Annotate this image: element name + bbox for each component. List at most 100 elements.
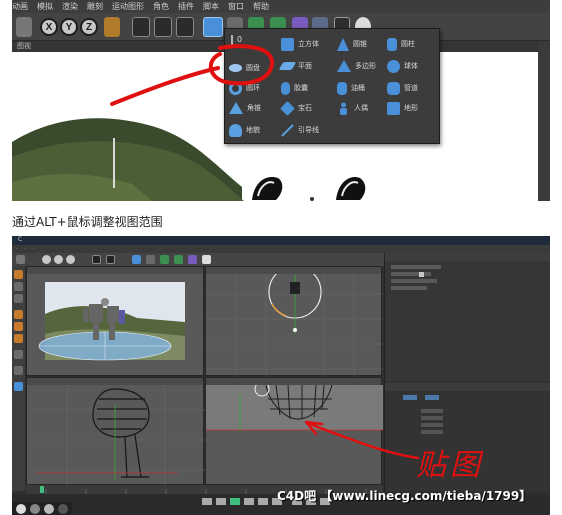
sphere-icon (387, 59, 400, 73)
menu-create-small[interactable]: · (33, 246, 35, 252)
menu-item-tube[interactable]: 管道 (387, 79, 418, 97)
object-row[interactable] (391, 286, 427, 290)
perspective-scene (38, 282, 185, 361)
terrain-icon (387, 101, 400, 115)
viewport-top-header (206, 267, 381, 274)
menu-item-oil-tank[interactable]: 油桶 (337, 79, 365, 97)
polygon-icon (337, 60, 351, 72)
material-swatch[interactable] (58, 504, 68, 514)
menu-sculpt[interactable]: 雕刻 (87, 1, 103, 12)
y-axis-icon[interactable] (54, 255, 63, 264)
array-small-icon[interactable] (174, 255, 183, 264)
z-axis-icon[interactable] (66, 255, 75, 264)
attribute-tab-active[interactable] (403, 395, 417, 400)
axis-mode-icon[interactable] (14, 350, 23, 359)
caption-text: 通过ALT+鼠标调整视图范围 (12, 215, 163, 229)
model-mode-icon[interactable] (14, 270, 23, 279)
menu-item-guide[interactable]: 引导线 (281, 121, 319, 139)
camera-small-icon[interactable] (202, 255, 211, 264)
menu-edit-small[interactable]: · (25, 246, 27, 252)
menu-help[interactable]: 帮助 (253, 1, 269, 12)
object-row[interactable] (391, 272, 431, 276)
menu-simulate[interactable]: 模拟 (37, 1, 53, 12)
menu-script[interactable]: 脚本 (203, 1, 219, 12)
y-axis-button[interactable]: Y (60, 18, 78, 36)
viewport-top-view[interactable] (205, 266, 383, 377)
x-axis-button[interactable]: X (40, 18, 58, 36)
red-arrow-annotation (304, 420, 420, 460)
render-view-small-icon[interactable] (106, 255, 115, 264)
points-mode-icon[interactable] (14, 310, 23, 319)
cylinder-icon (387, 37, 397, 51)
cone-icon (337, 37, 349, 51)
undo-icon[interactable] (16, 255, 25, 264)
spline-small-icon[interactable] (146, 255, 155, 264)
toolbar-small (12, 253, 412, 266)
viewport-perspective[interactable] (26, 266, 204, 376)
viewport-right-header (27, 378, 203, 385)
menu-item-landscape[interactable]: 地貌 (229, 121, 260, 139)
texture-tag-icon[interactable] (419, 272, 424, 277)
menu-item-figure[interactable]: 人偶 (337, 99, 368, 117)
guide-line-icon (281, 123, 294, 137)
object-list[interactable] (385, 261, 550, 381)
red-annotation-circle (110, 44, 274, 106)
render-picture-viewer-icon[interactable] (154, 17, 172, 37)
menu-item-cone[interactable]: 圆锥 (337, 35, 367, 53)
viewport-front-header (206, 378, 381, 385)
nurbs-small-icon[interactable] (160, 255, 169, 264)
viewport-perspective-header (27, 267, 203, 274)
render-view-icon[interactable] (132, 17, 150, 37)
cube-small-icon[interactable] (132, 255, 141, 264)
menu-item-polygon[interactable]: 多边形 (337, 57, 376, 75)
watermark-text: C4D吧 【www.linecg.com/tieba/1799】 (277, 489, 532, 503)
material-swatch[interactable] (44, 504, 54, 514)
menu-render[interactable]: 渲染 (62, 1, 78, 12)
deformer-small-icon[interactable] (188, 255, 197, 264)
menubar-small: · · · (12, 245, 550, 253)
viewport-tab[interactable]: 图视 (17, 41, 31, 51)
attribute-field[interactable] (421, 409, 443, 413)
menu-character[interactable]: 角色 (153, 1, 169, 12)
menu-item-terrain[interactable]: 地形 (387, 99, 418, 117)
attribute-field[interactable] (421, 416, 443, 420)
object-row[interactable] (391, 265, 441, 269)
oil-tank-icon (337, 81, 347, 95)
object-manager-header (385, 253, 550, 261)
menu-file-small[interactable]: · (16, 246, 18, 252)
texture-mode-icon[interactable] (14, 282, 23, 291)
polygons-mode-icon[interactable] (14, 334, 23, 343)
menu-window[interactable]: 窗口 (228, 1, 244, 12)
menu-animate[interactable]: 动画 (12, 1, 28, 12)
coordinate-system-icon[interactable] (104, 17, 120, 37)
render-icon[interactable] (92, 255, 101, 264)
right-view-scene (27, 385, 205, 486)
top-view-scene (206, 274, 383, 377)
snap-icon[interactable] (14, 366, 23, 375)
attribute-tabs[interactable] (385, 383, 550, 391)
lock-workplane-icon[interactable] (14, 382, 23, 391)
handwritten-note: 贴图 (416, 448, 484, 483)
object-row[interactable] (391, 279, 437, 283)
live-selection-icon[interactable] (16, 17, 32, 37)
viewport-right-view[interactable] (26, 377, 205, 486)
x-axis-icon[interactable] (42, 255, 51, 264)
menu-plugins[interactable]: 插件 (178, 1, 194, 12)
attribute-tab-active[interactable] (425, 395, 439, 400)
menu-item-sphere[interactable]: 球体 (387, 57, 418, 75)
render-settings-icon[interactable] (176, 17, 194, 37)
attribute-field[interactable] (421, 430, 443, 434)
material-manager (12, 502, 72, 515)
workplane-icon[interactable] (14, 294, 23, 303)
attribute-field[interactable] (421, 423, 443, 427)
cube-primitive-icon[interactable] (203, 17, 223, 37)
menu-mograph[interactable]: 运动图形 (112, 1, 144, 12)
menubar: 动画 模拟 渲染 雕刻 运动图形 角色 插件 脚本 窗口 帮助 (12, 0, 550, 13)
bottom-screenshot: C · · · 贴图 (12, 236, 550, 515)
menu-item-cylinder[interactable]: 圆柱 (387, 35, 415, 53)
material-swatch[interactable] (30, 504, 40, 514)
edges-mode-icon[interactable] (14, 322, 23, 331)
material-swatch[interactable] (16, 504, 26, 514)
z-axis-button[interactable]: Z (80, 18, 98, 36)
robot-mesh-preview (252, 176, 366, 201)
